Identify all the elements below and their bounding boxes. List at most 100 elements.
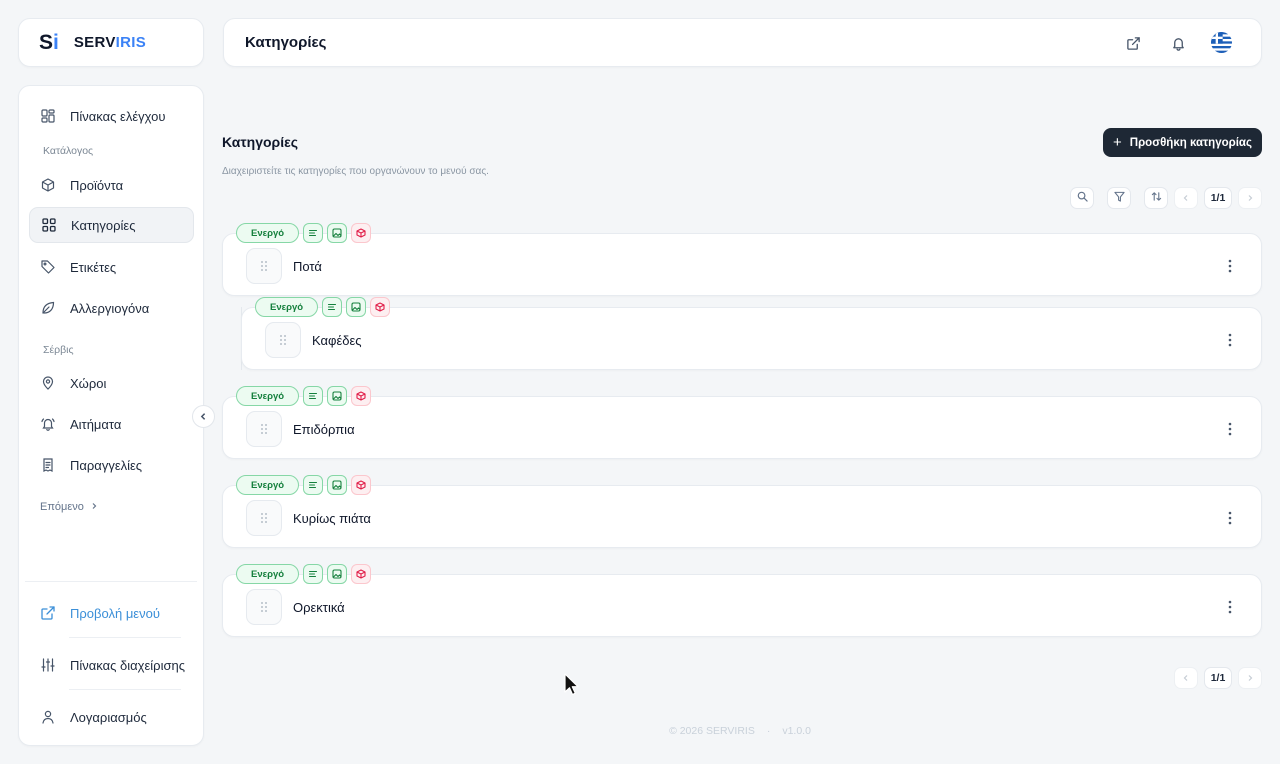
logo-mark-i: i <box>53 30 59 54</box>
sidebar-item-dashboard[interactable]: Πίνακας ελέγχου <box>29 98 194 134</box>
chevron-right-icon <box>1246 669 1254 687</box>
filter-button[interactable] <box>1107 187 1131 209</box>
more-options-icon[interactable] <box>1223 510 1237 526</box>
category-name: Κυρίως πιάτα <box>293 511 371 526</box>
description-icon <box>322 297 343 317</box>
top-header: Κατηγορίες <box>223 18 1262 67</box>
sidebar-item-view-menu[interactable]: Προβολή μενού <box>29 595 194 631</box>
external-link-icon[interactable] <box>1124 34 1142 52</box>
drag-handle-icon[interactable] <box>265 322 301 358</box>
category-row[interactable]: Ορεκτικά <box>222 574 1262 637</box>
footer-copyright: © 2026 SERVIRIS <box>669 725 755 737</box>
sidebar-item-allergens[interactable]: Αλλεργιογόνα <box>29 290 194 326</box>
status-badge: Ενεργό <box>236 475 300 495</box>
user-icon <box>41 710 55 724</box>
description-icon <box>303 386 324 406</box>
image-icon <box>327 564 348 584</box>
sliders-icon <box>41 658 55 672</box>
page-description: Διαχειριστείτε τις κατηγορίες που οργανώ… <box>222 166 489 177</box>
logo-mark-s: S <box>39 30 53 54</box>
next-page-button-bottom[interactable] <box>1238 667 1262 689</box>
drag-handle-icon[interactable] <box>246 248 282 284</box>
header-title: Κατηγορίες <box>245 34 327 51</box>
filter-icon <box>1113 189 1125 207</box>
sidebar-item-label: Χώροι <box>70 375 107 391</box>
leaf-icon <box>41 301 55 315</box>
sidebar-item-products[interactable]: Προϊόντα <box>29 167 194 203</box>
receipt-icon <box>41 458 55 472</box>
page-indicator-bottom: 1/1 <box>1204 667 1232 689</box>
brand-name: SERVIRIS <box>74 34 146 51</box>
mouse-cursor-icon <box>564 673 580 697</box>
sidebar-item-categories[interactable]: Κατηγορίες <box>29 207 194 243</box>
sidebar-item-requests[interactable]: Αιτήματα <box>29 406 194 442</box>
category-badges: Ενεργό <box>236 386 372 406</box>
drag-handle-icon[interactable] <box>246 500 282 536</box>
box-icon <box>41 178 55 192</box>
sidebar-item-label: Αλλεργιογόνα <box>70 300 150 316</box>
status-badge: Ενεργό <box>236 564 300 584</box>
category-row[interactable]: Κυρίως πιάτα <box>222 485 1262 548</box>
more-options-icon[interactable] <box>1223 421 1237 437</box>
chevron-left-icon <box>1182 669 1190 687</box>
prev-page-button-bottom[interactable] <box>1174 667 1198 689</box>
chevron-right-icon <box>1246 189 1254 207</box>
description-icon <box>303 475 324 495</box>
sidebar-item-label: Πίνακας ελέγχου <box>70 108 166 124</box>
map-pin-icon <box>41 376 55 390</box>
description-icon <box>303 564 324 584</box>
sidebar-item-tags[interactable]: Ετικέτες <box>29 249 194 285</box>
status-badge: Ενεργό <box>236 223 300 243</box>
chevron-right-icon <box>90 501 98 513</box>
category-badges: Ενεργό <box>236 223 372 243</box>
sidebar-item-label: Αιτήματα <box>70 416 122 432</box>
sidebar-item-label: Κατηγορίες <box>71 217 136 233</box>
more-options-icon[interactable] <box>1223 599 1237 615</box>
prev-page-button[interactable] <box>1174 187 1198 209</box>
category-row-nested[interactable]: Καφέδες <box>241 307 1262 370</box>
brand-name-part1: SERV <box>73 34 116 51</box>
page-indicator: 1/1 <box>1204 187 1232 209</box>
sort-button[interactable] <box>1144 187 1168 209</box>
next-link-label: Επόμενο <box>40 501 84 513</box>
more-options-icon[interactable] <box>1223 332 1237 348</box>
page-title: Κατηγορίες <box>222 134 299 150</box>
sidebar-item-spaces[interactable]: Χώροι <box>29 365 194 401</box>
image-icon <box>346 297 367 317</box>
plus-icon: + <box>1113 134 1122 151</box>
status-badge: Ενεργό <box>255 297 319 317</box>
category-row[interactable]: Ποτά <box>222 233 1262 296</box>
bell-icon[interactable] <box>1169 34 1187 52</box>
sidebar-item-admin-panel[interactable]: Πίνακας διαχείρισης <box>29 647 194 683</box>
more-options-icon[interactable] <box>1223 258 1237 274</box>
search-button[interactable] <box>1070 187 1094 209</box>
category-name: Καφέδες <box>312 333 362 348</box>
products-icon <box>351 475 372 495</box>
section-label-catalog: Κατάλογος <box>43 145 94 157</box>
next-page-button[interactable] <box>1238 187 1262 209</box>
sidebar-divider <box>25 581 197 582</box>
sidebar-item-label: Ετικέτες <box>70 259 117 275</box>
category-name: Επιδόρπια <box>293 422 355 437</box>
search-icon <box>1077 189 1088 207</box>
products-icon <box>351 223 372 243</box>
add-category-button[interactable]: + Προσθήκη κατηγορίας <box>1103 128 1262 157</box>
language-flag-icon[interactable] <box>1211 32 1232 53</box>
collapse-sidebar-button[interactable] <box>192 405 215 428</box>
category-name: Ποτά <box>293 259 322 274</box>
drag-handle-icon[interactable] <box>246 411 282 447</box>
products-icon <box>351 564 372 584</box>
chevron-left-icon <box>1182 189 1190 207</box>
status-badge: Ενεργό <box>236 386 300 406</box>
sidebar-item-orders[interactable]: Παραγγελίες <box>29 447 194 483</box>
category-badges: Ενεργό <box>236 564 372 584</box>
brand-logo[interactable]: Si SERVIRIS <box>18 18 204 67</box>
category-row[interactable]: Επιδόρπια <box>222 396 1262 459</box>
sidebar-item-label: Προϊόντα <box>70 177 124 193</box>
brand-name-part2: IRIS <box>115 34 147 51</box>
external-link-icon <box>41 606 55 620</box>
drag-handle-icon[interactable] <box>246 589 282 625</box>
logo-mark: Si <box>39 30 59 55</box>
dashboard-icon <box>41 109 55 123</box>
next-link[interactable]: Επόμενο <box>40 501 98 513</box>
